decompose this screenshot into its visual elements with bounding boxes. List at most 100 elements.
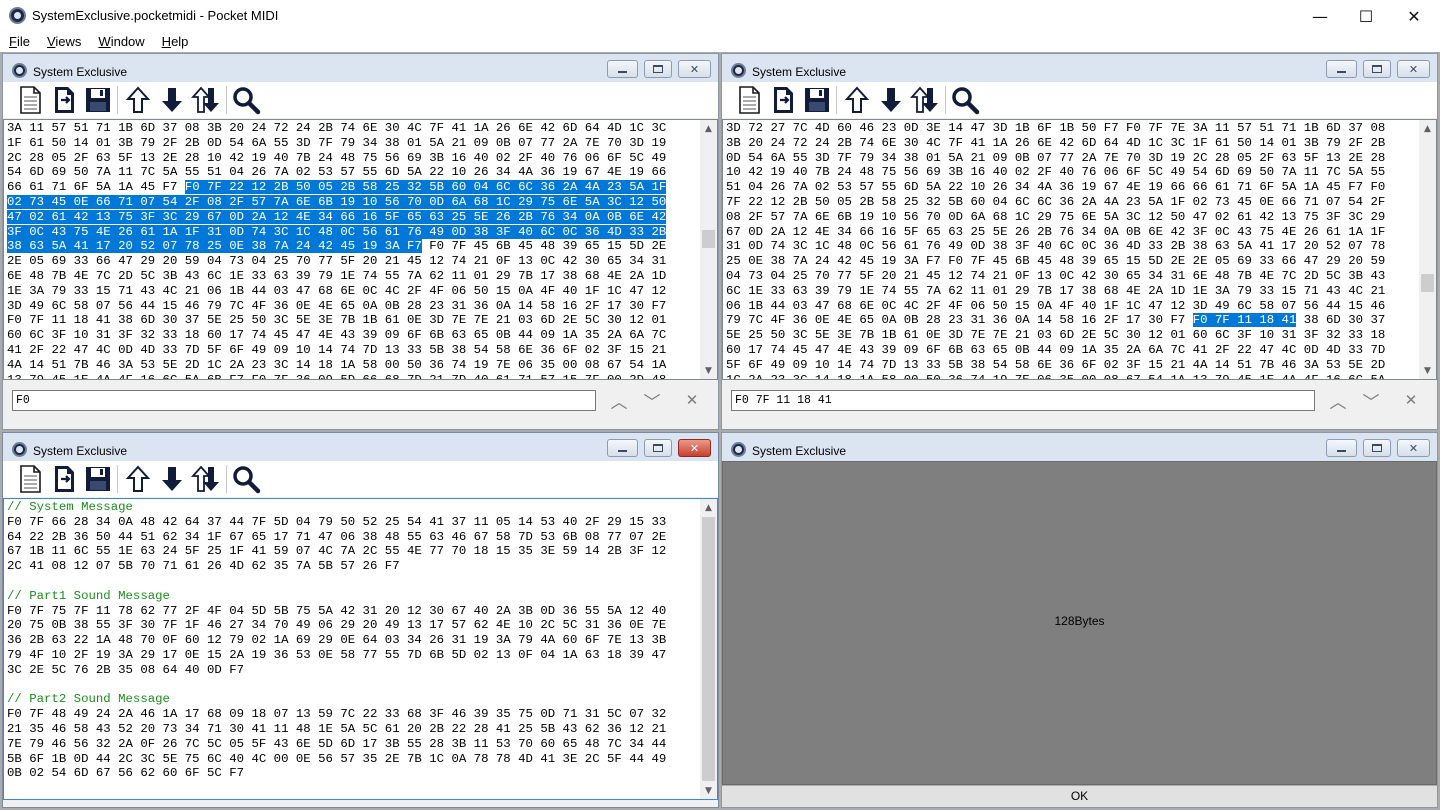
hex-bytes: 3B 20 24 72 24 2B 74 6E 30 4C 7F 41 1A 2… bbox=[726, 135, 1386, 150]
hex-line: ​ bbox=[7, 678, 666, 693]
import-icon[interactable] bbox=[769, 85, 799, 115]
hex-line: // Part1 Sound Message bbox=[7, 589, 666, 604]
save-icon[interactable] bbox=[802, 85, 832, 115]
menu-file[interactable]: File bbox=[0, 32, 38, 52]
send-receive-icon[interactable] bbox=[909, 85, 940, 115]
maximize-icon[interactable]: ☐ bbox=[1343, 0, 1389, 32]
receive-down-arrow-icon[interactable] bbox=[157, 464, 187, 494]
selected-bytes: F0 7F 11 18 41 bbox=[1192, 313, 1297, 328]
receive-down-arrow-icon[interactable] bbox=[157, 85, 187, 115]
ok-button[interactable]: OK bbox=[722, 785, 1437, 807]
window-close-button[interactable]: ✕ bbox=[678, 60, 711, 78]
hex-bytes: 79 7C 4F 36 0E 4E 65 0A 0B 28 23 31 36 0… bbox=[726, 313, 1193, 328]
hex-bytes: 3A 11 57 51 71 1B 6D 37 08 3B 20 24 72 2… bbox=[7, 121, 667, 135]
window-minimize-button[interactable] bbox=[607, 60, 638, 78]
window-minimize-button[interactable] bbox=[1326, 439, 1357, 457]
save-icon[interactable] bbox=[83, 464, 113, 494]
hex-text[interactable]: 3D 72 27 7C 4D 60 46 23 0D 3E 14 47 3D 1… bbox=[726, 121, 1386, 379]
menu-views[interactable]: Views bbox=[38, 32, 89, 52]
hex-line: // Part2 Sound Message bbox=[7, 692, 666, 707]
import-icon[interactable] bbox=[50, 85, 80, 115]
scroll-down-icon[interactable]: ▼ bbox=[1419, 362, 1436, 379]
scroll-up-icon[interactable]: ▲ bbox=[1419, 120, 1436, 137]
send-up-arrow-icon[interactable] bbox=[842, 85, 872, 115]
app-title: SystemExclusive.pocketmidi - Pocket MIDI bbox=[32, 8, 279, 23]
window-maximize-button[interactable] bbox=[1363, 439, 1391, 457]
hex-text[interactable]: 3A 11 57 51 71 1B 6D 37 08 3B 20 24 72 2… bbox=[7, 121, 667, 379]
new-document-icon[interactable] bbox=[15, 85, 45, 115]
search-input[interactable]: F0 bbox=[12, 390, 596, 411]
new-document-icon[interactable] bbox=[734, 85, 764, 115]
scroll-down-icon[interactable]: ▼ bbox=[700, 782, 717, 799]
send-up-arrow-icon[interactable] bbox=[123, 464, 153, 494]
window-maximize-button[interactable] bbox=[644, 60, 672, 78]
hex-bytes: 2E 05 69 33 66 47 29 20 59 04 73 04 25 7… bbox=[7, 254, 667, 269]
hex-bytes: 04 73 04 25 70 77 5F 20 21 45 12 74 21 0… bbox=[726, 268, 1386, 283]
receive-down-arrow-icon[interactable] bbox=[876, 85, 906, 115]
hex-bytes: 20 75 0B 38 55 3F 30 7F 1F 46 27 34 70 4… bbox=[7, 618, 667, 633]
clear-search-icon[interactable]: ✕ bbox=[1399, 388, 1423, 412]
minimize-icon[interactable]: — bbox=[1297, 0, 1343, 32]
window-minimize-button[interactable] bbox=[607, 439, 638, 457]
search-icon[interactable] bbox=[231, 85, 261, 115]
vertical-scrollbar[interactable]: ▲ ▼ bbox=[700, 120, 717, 379]
window-logo-icon bbox=[12, 63, 27, 78]
menu-window[interactable]: Window bbox=[89, 32, 152, 52]
scroll-down-icon[interactable]: ▼ bbox=[700, 362, 717, 379]
hex-bytes: 79 4F 10 2F 19 3A 29 17 0E 15 2A 19 36 5… bbox=[7, 647, 667, 662]
sysex-window-bottom-left[interactable]: System Exclusive ✕ // System Message F0 7F … bbox=[2, 432, 719, 808]
find-next-icon[interactable]: ﹀ bbox=[1359, 388, 1383, 413]
find-previous-icon[interactable]: ︿ bbox=[607, 388, 631, 413]
sysex-window-top-right[interactable]: System Exclusive ✕ 3D 72 27 7C 4D 60 46 23… bbox=[721, 53, 1438, 430]
hex-bytes: 0D 54 6A 55 3D 7F 79 34 38 01 5A 21 09 0… bbox=[726, 150, 1386, 165]
hex-line: 6E 48 7B 4E 7C 2D 5C 3B 43 6C 1E 33 63 3… bbox=[7, 269, 666, 284]
vertical-scrollbar[interactable]: ▲ ▼ bbox=[700, 499, 717, 799]
window-titlebar[interactable]: System Exclusive ✕ bbox=[722, 54, 1437, 82]
window-maximize-button[interactable] bbox=[644, 439, 672, 457]
hex-line: 04 73 04 25 70 77 5F 20 21 45 12 74 21 0… bbox=[726, 269, 1385, 284]
window-minimize-button[interactable] bbox=[1326, 60, 1357, 78]
menu-help[interactable]: Help bbox=[153, 32, 197, 52]
hex-bytes: 6E 48 7B 4E 7C 2D 5C 3B 43 6C 1E 33 63 3… bbox=[7, 268, 667, 283]
hex-editor[interactable]: 3A 11 57 51 71 1B 6D 37 08 3B 20 24 72 2… bbox=[3, 119, 718, 380]
close-icon: ✕ bbox=[1408, 62, 1419, 76]
scroll-thumb[interactable] bbox=[1421, 274, 1434, 292]
window-titlebar[interactable]: System Exclusive ✕ bbox=[722, 433, 1437, 461]
hex-editor[interactable]: 3D 72 27 7C 4D 60 46 23 0D 3E 14 47 3D 1… bbox=[722, 119, 1437, 380]
sysex-window-bottom-right[interactable]: System Exclusive ✕ 128Bytes OK bbox=[721, 432, 1438, 808]
search-icon[interactable] bbox=[231, 464, 261, 494]
import-icon[interactable] bbox=[50, 464, 80, 494]
vertical-scrollbar[interactable]: ▲ ▼ bbox=[1419, 120, 1436, 379]
scroll-up-icon[interactable]: ▲ bbox=[700, 499, 717, 516]
clear-search-icon[interactable]: ✕ bbox=[680, 388, 704, 412]
sysex-window-top-left[interactable]: System Exclusive ✕ 3A 11 57 51 71 1B 6D 37… bbox=[2, 53, 719, 430]
search-icon[interactable] bbox=[950, 85, 980, 115]
scroll-up-icon[interactable]: ▲ bbox=[700, 120, 717, 137]
scroll-thumb[interactable] bbox=[702, 517, 715, 781]
send-receive-icon[interactable] bbox=[190, 464, 221, 494]
hex-bytes: 0B 02 54 6D 67 56 62 60 6F 5C F7 bbox=[7, 766, 245, 781]
find-next-icon[interactable]: ﹀ bbox=[640, 388, 664, 413]
send-up-arrow-icon[interactable] bbox=[123, 85, 153, 115]
toolbar-separator bbox=[226, 465, 227, 493]
hex-bytes: 4A 14 51 7B 46 3A 53 5E 2D 1C 2A 23 3C 1… bbox=[7, 357, 667, 372]
hex-bytes: 3D 49 6C 58 07 56 44 15 46 79 7C 4F 36 0… bbox=[7, 298, 667, 313]
toolbar-separator bbox=[117, 86, 118, 114]
close-icon[interactable]: ✕ bbox=[1391, 0, 1437, 32]
send-receive-icon[interactable] bbox=[190, 85, 221, 115]
toolbar-separator bbox=[836, 86, 837, 114]
window-titlebar[interactable]: System Exclusive ✕ bbox=[3, 433, 718, 461]
new-document-icon[interactable] bbox=[15, 464, 45, 494]
window-close-button[interactable]: ✕ bbox=[1397, 60, 1430, 78]
save-icon[interactable] bbox=[83, 85, 113, 115]
search-input[interactable]: F0 7F 11 18 41 bbox=[731, 390, 1315, 411]
window-close-button[interactable]: ✕ bbox=[1397, 439, 1430, 457]
hex-text[interactable]: // System Message F0 7F 66 28 34 0A 48 42… bbox=[7, 500, 666, 781]
find-previous-icon[interactable]: ︿ bbox=[1326, 388, 1350, 413]
hex-line: 79 4F 10 2F 19 3A 29 17 0E 15 2A 19 36 5… bbox=[7, 648, 666, 663]
hex-editor[interactable]: // System Message F0 7F 66 28 34 0A 48 42… bbox=[3, 498, 718, 800]
window-close-button[interactable]: ✕ bbox=[678, 439, 711, 457]
window-maximize-button[interactable] bbox=[1363, 60, 1391, 78]
scroll-thumb[interactable] bbox=[702, 230, 715, 248]
window-titlebar[interactable]: System Exclusive ✕ bbox=[3, 54, 718, 82]
